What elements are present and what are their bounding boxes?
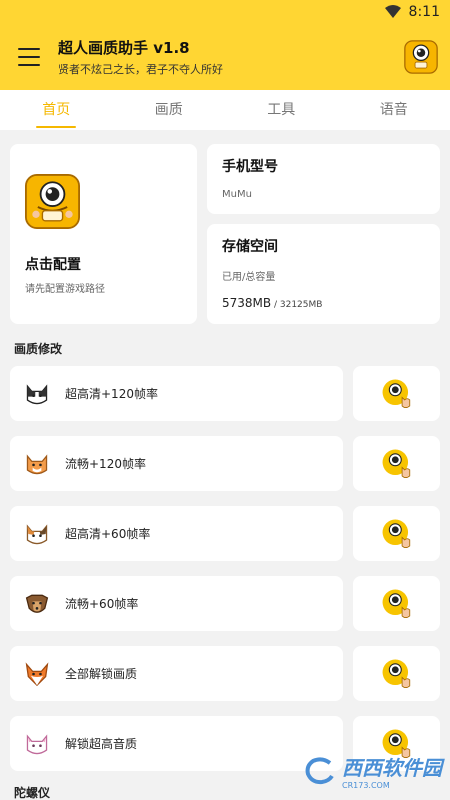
apply-button[interactable]	[353, 366, 440, 421]
apply-button[interactable]	[353, 436, 440, 491]
gyro-section-title: 陀螺仪	[14, 786, 51, 800]
app-logo-icon[interactable]	[404, 40, 438, 74]
quality-option[interactable]: 超高清+120帧率	[10, 366, 343, 421]
quality-option-label: 全部解锁画质	[65, 667, 138, 681]
quality-option-label: 流畅+60帧率	[65, 597, 139, 611]
phone-model-title: 手机型号	[222, 159, 278, 175]
status-bar: 8:11	[0, 0, 450, 24]
mascot-click-icon	[382, 659, 410, 688]
quality-section-title: 画质修改	[14, 342, 63, 356]
mascot-click-icon	[382, 379, 410, 408]
storage-amount: 5738MB / 32125MB	[222, 296, 322, 310]
white-cat-icon	[26, 733, 48, 754]
watermark: 西西软件园 CR173.COM	[304, 752, 442, 790]
dog-icon	[25, 594, 49, 613]
phone-model-card: 手机型号 MuMu	[207, 144, 440, 214]
storage-total: / 32125MB	[271, 300, 323, 310]
info-grid: 点击配置 请先配置游戏路径 手机型号 MuMu 存储空间 已用/总容量 5738…	[10, 144, 440, 324]
mascot-click-icon	[382, 519, 410, 548]
quality-option[interactable]: 全部解锁画质	[10, 646, 343, 701]
quality-option-label: 解锁超高音质	[65, 737, 138, 751]
quality-option[interactable]: 流畅+60帧率	[10, 576, 343, 631]
storage-label: 已用/总容量	[222, 272, 276, 283]
mascot-click-icon	[382, 449, 410, 478]
menu-icon[interactable]	[18, 48, 40, 66]
wifi-icon	[384, 5, 401, 18]
tab-bar: 首页 画质 工具 语音	[0, 90, 450, 130]
apply-button[interactable]	[353, 576, 440, 631]
app-title: 超人画质助手 v1.8	[58, 39, 190, 57]
quality-option-label: 流畅+120帧率	[65, 457, 146, 471]
storage-used: 5738MB	[222, 296, 272, 310]
storage-title: 存储空间	[222, 239, 278, 255]
status-time: 8:11	[408, 4, 440, 20]
tab-quality[interactable]: 画质	[113, 90, 226, 130]
calico-cat-icon	[26, 523, 48, 544]
apply-button[interactable]	[353, 646, 440, 701]
fox-icon	[25, 661, 49, 686]
app-titles: 超人画质助手 v1.8 贤者不炫己之长，君子不夺人所好	[58, 37, 404, 77]
config-subtitle: 请先配置游戏路径	[25, 284, 105, 295]
black-white-cat-icon	[26, 383, 48, 404]
apply-button[interactable]	[353, 506, 440, 561]
app-bar: 超人画质助手 v1.8 贤者不炫己之长，君子不夺人所好	[0, 24, 450, 90]
list-item: 超高清+60帧率	[10, 506, 440, 561]
app-logo-icon	[25, 174, 80, 229]
watermark-url: CR173.COM	[342, 781, 390, 790]
storage-card: 存储空间 已用/总容量 5738MB / 32125MB	[207, 224, 440, 324]
mascot-click-icon	[382, 589, 410, 618]
quality-option-label: 超高清+120帧率	[65, 387, 158, 401]
orange-cat-icon	[26, 453, 48, 474]
tab-home[interactable]: 首页	[0, 90, 113, 130]
quality-option[interactable]: 解锁超高音质	[10, 716, 343, 771]
tab-voice[interactable]: 语音	[338, 90, 450, 130]
quality-option[interactable]: 流畅+120帧率	[10, 436, 343, 491]
list-item: 流畅+120帧率	[10, 436, 440, 491]
phone-model-value: MuMu	[222, 189, 252, 200]
watermark-text: 西西软件园	[342, 756, 442, 780]
list-item: 超高清+120帧率	[10, 366, 440, 421]
quality-option[interactable]: 超高清+60帧率	[10, 506, 343, 561]
config-title: 点击配置	[25, 257, 81, 273]
list-item: 流畅+60帧率	[10, 576, 440, 631]
tab-tools[interactable]: 工具	[225, 90, 338, 130]
app-subtitle: 贤者不炫己之长，君子不夺人所好	[58, 63, 223, 76]
config-card[interactable]: 点击配置 请先配置游戏路径	[10, 144, 197, 324]
list-item: 全部解锁画质	[10, 646, 440, 701]
watermark-logo-icon	[305, 757, 334, 785]
quality-option-label: 超高清+60帧率	[65, 527, 151, 541]
